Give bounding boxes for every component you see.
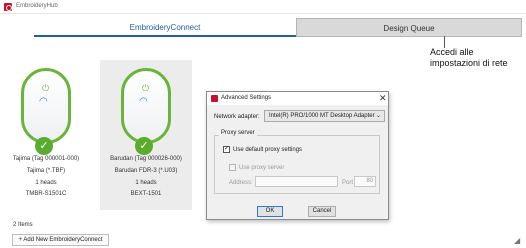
device-format: Barudan FDR-3 (*.U03)	[114, 168, 178, 174]
device-heads: 1 heads	[35, 180, 57, 186]
resize-grip-icon[interactable]: ◢	[514, 236, 520, 245]
device-model: BEXT-1501	[130, 191, 162, 197]
use-default-proxy-checkbox[interactable]: ✓	[223, 146, 230, 153]
annotation-callout: Accedi alle impostazioni di rete	[430, 47, 508, 69]
network-adapter-select[interactable]: Intel(R) PRO/1000 MT Desktop Adapter ⌄	[264, 110, 385, 122]
wifi-icon: ◠	[139, 96, 148, 107]
wifi-icon: ◠	[39, 96, 48, 107]
port-field[interactable]: 80	[354, 176, 376, 187]
device-name-tag: Barudan (Tag 000026-000)	[110, 156, 182, 162]
ok-button[interactable]: OK	[257, 206, 283, 217]
address-label: Address:	[229, 180, 253, 186]
device-format: Tajima (*.TBF)	[26, 168, 66, 174]
address-field[interactable]	[255, 176, 338, 187]
check-icon: ✓	[135, 137, 153, 155]
use-proxy-server-label: Use proxy server	[239, 165, 285, 171]
dialog-title-bar: Advanced Settings ✕	[207, 92, 388, 105]
network-adapter-label: Network adapter:	[214, 114, 260, 120]
annotation-line-1: Accedi alle	[430, 47, 474, 57]
items-count: 2 Items	[13, 222, 33, 228]
close-icon[interactable]: ✕	[379, 93, 387, 104]
annotation-line-2: impostazioni di rete	[430, 58, 508, 68]
chevron-down-icon: ⌄	[375, 113, 381, 119]
device-heads: 1 heads	[135, 180, 157, 186]
app-logo-icon	[211, 95, 218, 102]
device-card-barudan[interactable]: ⏻ ◠ ✓ Barudan (Tag 000026-000) Barudan F…	[100, 60, 192, 210]
use-default-proxy-label: Use default proxy settings	[233, 147, 303, 153]
device-name-tag: Tajima (Tag 000001-000)	[12, 156, 80, 162]
cancel-button[interactable]: Cancel	[308, 206, 336, 217]
device-graphic: ⏻ ◠	[21, 68, 71, 144]
use-proxy-server-checkbox[interactable]	[229, 164, 236, 171]
advanced-settings-dialog: Advanced Settings ✕ Network adapter: Int…	[206, 91, 389, 220]
proxy-server-label: Proxy server	[219, 130, 257, 136]
power-icon: ⏻	[142, 83, 150, 93]
device-model: TMBR-S1501C	[25, 191, 67, 197]
tab-embroidery-connect[interactable]: EmbroideryConnect	[34, 18, 296, 37]
window-title: EmbroideryHub	[16, 3, 58, 9]
app-logo-icon	[4, 3, 12, 11]
device-card-tajima[interactable]: ⏻ ◠ ✓ Tajima (Tag 000001-000) Tajima (*.…	[0, 60, 92, 210]
power-icon: ⏻	[42, 83, 50, 93]
check-icon: ✓	[35, 137, 53, 155]
title-bar: EmbroideryHub	[0, 0, 526, 14]
dialog-title: Advanced Settings	[221, 95, 272, 101]
network-adapter-value: Intel(R) PRO/1000 MT Desktop Adapter	[269, 113, 375, 119]
tab-design-queue[interactable]: Design Queue	[296, 18, 522, 37]
port-label: Port	[342, 180, 354, 186]
add-embroidery-connect-button[interactable]: + Add New EmbroideryConnect	[12, 234, 109, 246]
device-graphic: ⏻ ◠	[121, 68, 171, 144]
